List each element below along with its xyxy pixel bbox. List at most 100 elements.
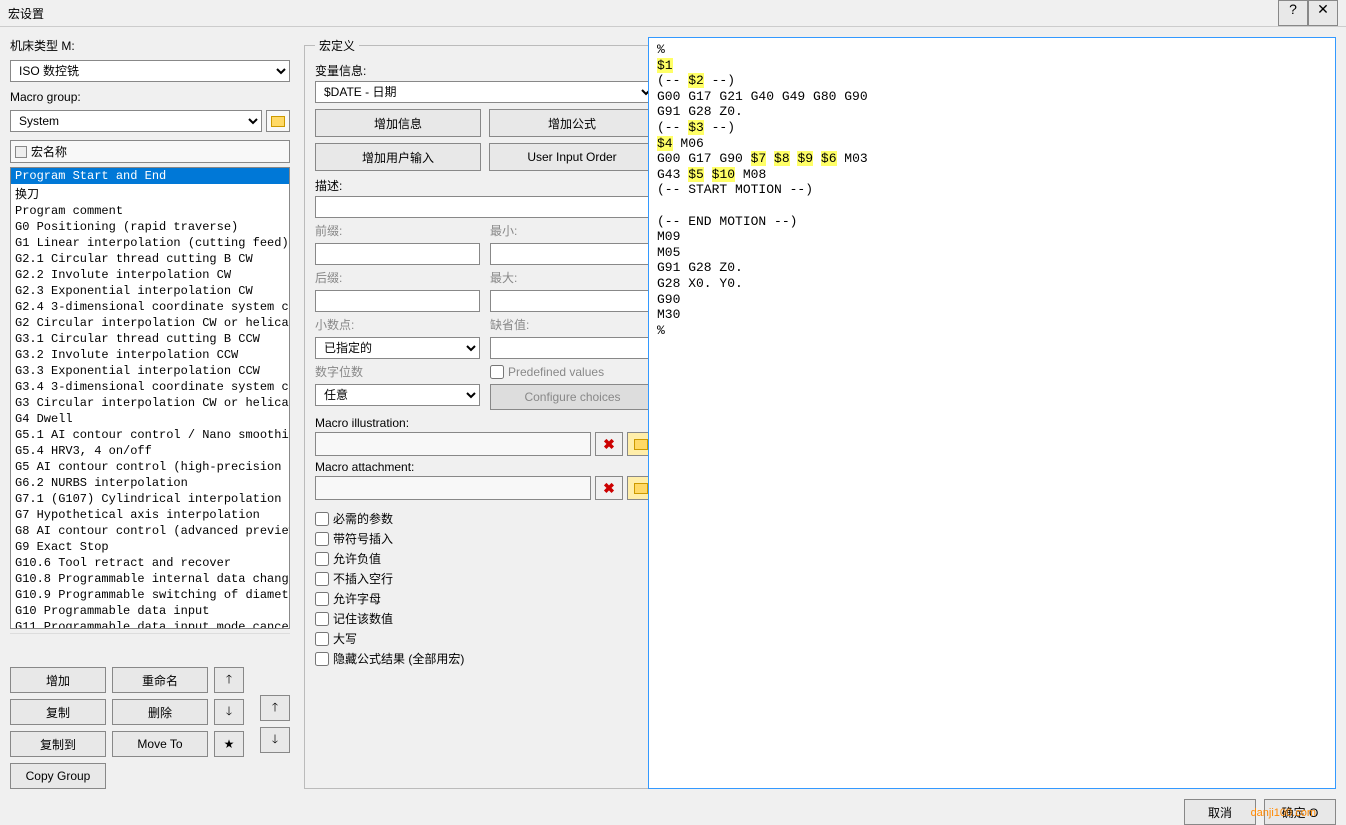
macro-group-label: Macro group: — [10, 90, 290, 104]
add-info-button[interactable]: 增加信息 — [315, 109, 481, 137]
cancel-button[interactable]: 取消 — [1184, 799, 1256, 825]
rename-button[interactable]: 重命名 — [112, 667, 208, 693]
upper-checkbox[interactable] — [315, 632, 329, 646]
group-up-button[interactable]: 🡑 — [260, 695, 290, 721]
list-item[interactable]: G10.6 Tool retract and recover — [11, 555, 289, 571]
list-item[interactable]: G5.1 AI contour control / Nano smoothing… — [11, 427, 289, 443]
list-item[interactable]: G10.8 Programmable internal data change — [11, 571, 289, 587]
list-item[interactable]: G11 Programmable data input mode cancel — [11, 619, 289, 629]
window-title: 宏设置 — [8, 5, 1278, 22]
favorite-button[interactable]: ★ — [214, 731, 244, 757]
copyto-button[interactable]: 复制到 — [10, 731, 106, 757]
list-item[interactable]: G1 Linear interpolation (cutting feed) — [11, 235, 289, 251]
folder-icon — [634, 439, 648, 450]
macro-code-editor[interactable]: %$1(-- $2 --)G00 G17 G21 G40 G49 G80 G90… — [648, 37, 1336, 789]
digits-label: 数字位数 — [315, 363, 480, 380]
negative-checkbox[interactable] — [315, 552, 329, 566]
prefix-input[interactable] — [315, 243, 480, 265]
help-button[interactable]: ? — [1278, 0, 1308, 26]
min-label: 最小: — [490, 222, 655, 239]
macro-group-combo[interactable]: System — [10, 110, 262, 132]
suffix-input[interactable] — [315, 290, 480, 312]
delete-button[interactable]: 删除 — [112, 699, 208, 725]
var-info-combo[interactable]: $DATE - 日期 — [315, 81, 655, 103]
suffix-label: 后缀: — [315, 269, 480, 286]
list-item[interactable]: G2 Circular interpolation CW or helical … — [11, 315, 289, 331]
attachment-clear-button[interactable]: ✖ — [595, 476, 623, 500]
titlebar: 宏设置 ? ✕ — [0, 0, 1346, 27]
noblank-checkbox[interactable] — [315, 572, 329, 586]
list-item[interactable]: G3.3 Exponential interpolation CCW — [11, 363, 289, 379]
list-item[interactable]: G3.4 3-dimensional coordinate system con… — [11, 379, 289, 395]
add-button[interactable]: 增加 — [10, 667, 106, 693]
max-input[interactable] — [490, 290, 655, 312]
list-item[interactable]: G2.2 Involute interpolation CW — [11, 267, 289, 283]
list-item[interactable]: G7 Hypothetical axis interpolation — [11, 507, 289, 523]
userinput-order-button[interactable]: User Input Order — [489, 143, 655, 171]
letters-checkbox[interactable] — [315, 592, 329, 606]
var-info-label: 变量信息: — [315, 62, 655, 79]
h-scrollbar[interactable] — [10, 633, 290, 649]
list-item[interactable]: G2.3 Exponential interpolation CW — [11, 283, 289, 299]
list-item[interactable]: G3.2 Involute interpolation CCW — [11, 347, 289, 363]
list-item[interactable]: G3 Circular interpolation CW or helical … — [11, 395, 289, 411]
folder-icon — [271, 116, 285, 127]
max-label: 最大: — [490, 269, 655, 286]
desc-input[interactable] — [315, 196, 655, 218]
required-checkbox[interactable] — [315, 512, 329, 526]
list-item[interactable]: 换刀 — [11, 184, 289, 203]
add-formula-button[interactable]: 增加公式 — [489, 109, 655, 137]
list-item[interactable]: G10.9 Programmable switching of diameter… — [11, 587, 289, 603]
list-item[interactable]: G3.1 Circular thread cutting B CCW — [11, 331, 289, 347]
list-item[interactable]: G2.1 Circular thread cutting B CW — [11, 251, 289, 267]
move-up-button[interactable]: 🡑 — [214, 667, 244, 693]
min-input[interactable] — [490, 243, 655, 265]
add-userinput-button[interactable]: 增加用户输入 — [315, 143, 481, 171]
x-icon: ✖ — [603, 436, 615, 453]
macro-list[interactable]: Program Start and End换刀Program commentG0… — [10, 167, 290, 629]
move-down-button[interactable]: 🡓 — [214, 699, 244, 725]
ok-button[interactable]: 确定 O — [1264, 799, 1336, 825]
default-label: 缺省值: — [490, 316, 655, 333]
moveto-button[interactable]: Move To — [112, 731, 208, 757]
list-item[interactable]: G0 Positioning (rapid traverse) — [11, 219, 289, 235]
desc-label: 描述: — [315, 177, 655, 194]
list-item[interactable]: G8 AI contour control (advanced preview … — [11, 523, 289, 539]
group-folder-button[interactable] — [266, 110, 290, 132]
list-item[interactable]: G9 Exact Stop — [11, 539, 289, 555]
macro-def-group: 宏定义 变量信息: $DATE - 日期 增加信息 增加公式 增加用户输入 Us… — [304, 37, 666, 789]
list-item[interactable]: G10 Programmable data input — [11, 603, 289, 619]
list-item[interactable]: Program Start and End — [11, 168, 289, 184]
attachment-label: Macro attachment: — [315, 460, 655, 474]
list-item[interactable]: G7.1 (G107) Cylindrical interpolation — [11, 491, 289, 507]
macro-list-header: 宏名称 — [10, 140, 290, 163]
machine-type-combo[interactable]: ISO 数控铣 — [10, 60, 290, 82]
decimal-combo[interactable]: 已指定的 — [315, 337, 480, 359]
predef-checkbox[interactable] — [490, 365, 504, 379]
hide-checkbox[interactable] — [315, 652, 329, 666]
illustration-clear-button[interactable]: ✖ — [595, 432, 623, 456]
x-icon: ✖ — [603, 480, 615, 497]
list-item[interactable]: G5 AI contour control (high-precision co… — [11, 459, 289, 475]
config-choices-button[interactable]: Configure choices — [490, 384, 655, 410]
close-button[interactable]: ✕ — [1308, 0, 1338, 26]
copy-button[interactable]: 复制 — [10, 699, 106, 725]
header-icon — [15, 146, 27, 158]
list-item[interactable]: G6.2 NURBS interpolation — [11, 475, 289, 491]
default-input[interactable] — [490, 337, 655, 359]
machine-type-label: 机床类型 M: — [10, 37, 290, 54]
folder-icon — [634, 483, 648, 494]
attachment-input[interactable] — [315, 476, 591, 500]
prefix-label: 前缀: — [315, 222, 480, 239]
copy-group-button[interactable]: Copy Group — [10, 763, 106, 789]
list-item[interactable]: G2.4 3-dimensional coordinate system con… — [11, 299, 289, 315]
signed-checkbox[interactable] — [315, 532, 329, 546]
illustration-input[interactable] — [315, 432, 591, 456]
list-item[interactable]: G5.4 HRV3, 4 on/off — [11, 443, 289, 459]
illustration-label: Macro illustration: — [315, 416, 655, 430]
list-item[interactable]: Program comment — [11, 203, 289, 219]
list-item[interactable]: G4 Dwell — [11, 411, 289, 427]
remember-checkbox[interactable] — [315, 612, 329, 626]
digits-combo[interactable]: 任意 — [315, 384, 480, 406]
group-down-button[interactable]: 🡓 — [260, 727, 290, 753]
